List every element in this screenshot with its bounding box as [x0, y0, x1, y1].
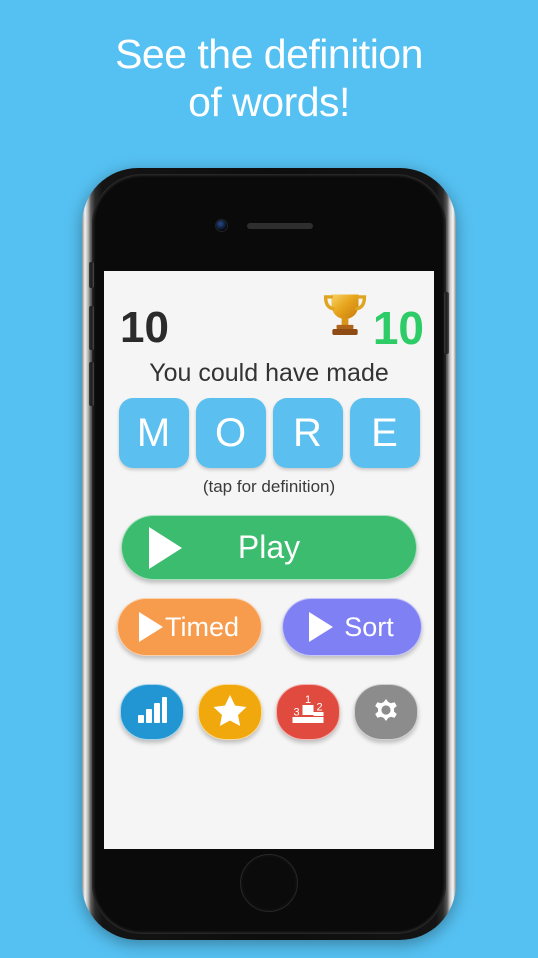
- play-button[interactable]: Play: [121, 515, 417, 580]
- play-triangle-icon: [309, 612, 334, 642]
- podium-icon: 1 2 3: [289, 693, 327, 732]
- icon-button-row: 1 2 3: [104, 684, 434, 740]
- best-score-group: 10: [318, 293, 424, 363]
- letter-tile[interactable]: M: [118, 398, 189, 468]
- letter-tile[interactable]: R: [272, 398, 343, 468]
- volume-up-button[interactable]: [89, 306, 94, 350]
- settings-button[interactable]: [354, 684, 418, 740]
- bar-chart-icon: [137, 696, 167, 729]
- letter-tile[interactable]: O: [195, 398, 266, 468]
- front-camera-icon: [216, 220, 227, 231]
- svg-text:1: 1: [305, 694, 311, 706]
- sort-mode-button[interactable]: Sort: [281, 598, 422, 656]
- trophy-icon: [318, 286, 372, 371]
- phone-bezel: 10 10 You could have made M O R E (tap f…: [89, 174, 449, 934]
- score-row: 10 10: [104, 293, 434, 363]
- sort-button-label: Sort: [344, 611, 394, 642]
- play-button-label: Play: [237, 529, 301, 565]
- phone-mockup: 10 10 You could have made M O R E (tap f…: [82, 168, 456, 940]
- star-icon: [213, 694, 247, 731]
- result-message: You could have made: [149, 359, 389, 387]
- letter-tile[interactable]: E: [349, 398, 420, 468]
- promo-headline-line-1: See the definition: [115, 31, 423, 77]
- favorites-button[interactable]: [198, 684, 262, 740]
- svg-text:2: 2: [316, 701, 322, 713]
- best-score-value: 10: [372, 302, 424, 354]
- timed-button-label: Timed: [164, 611, 239, 642]
- promo-headline: See the definition of words!: [0, 30, 538, 127]
- play-triangle-icon: [149, 526, 182, 569]
- app-screen: 10 10 You could have made M O R E (tap f…: [104, 271, 434, 849]
- power-button[interactable]: [444, 292, 449, 354]
- current-score: 10: [120, 303, 169, 352]
- leaderboard-button[interactable]: 1 2 3: [276, 684, 340, 740]
- home-button[interactable]: [240, 854, 298, 912]
- gear-icon: [370, 694, 402, 731]
- play-triangle-icon: [138, 612, 163, 642]
- mode-button-row: Timed Sort: [104, 598, 434, 656]
- timed-mode-button[interactable]: Timed: [116, 598, 262, 656]
- volume-down-button[interactable]: [89, 362, 94, 406]
- statistics-button[interactable]: [120, 684, 184, 740]
- promo-headline-line-2: of words!: [188, 79, 350, 126]
- silent-switch[interactable]: [89, 262, 94, 288]
- definition-hint: (tap for definition): [202, 477, 336, 496]
- earpiece-speaker-icon: [247, 223, 313, 229]
- word-tiles[interactable]: M O R E: [104, 398, 434, 468]
- svg-text:3: 3: [293, 706, 299, 718]
